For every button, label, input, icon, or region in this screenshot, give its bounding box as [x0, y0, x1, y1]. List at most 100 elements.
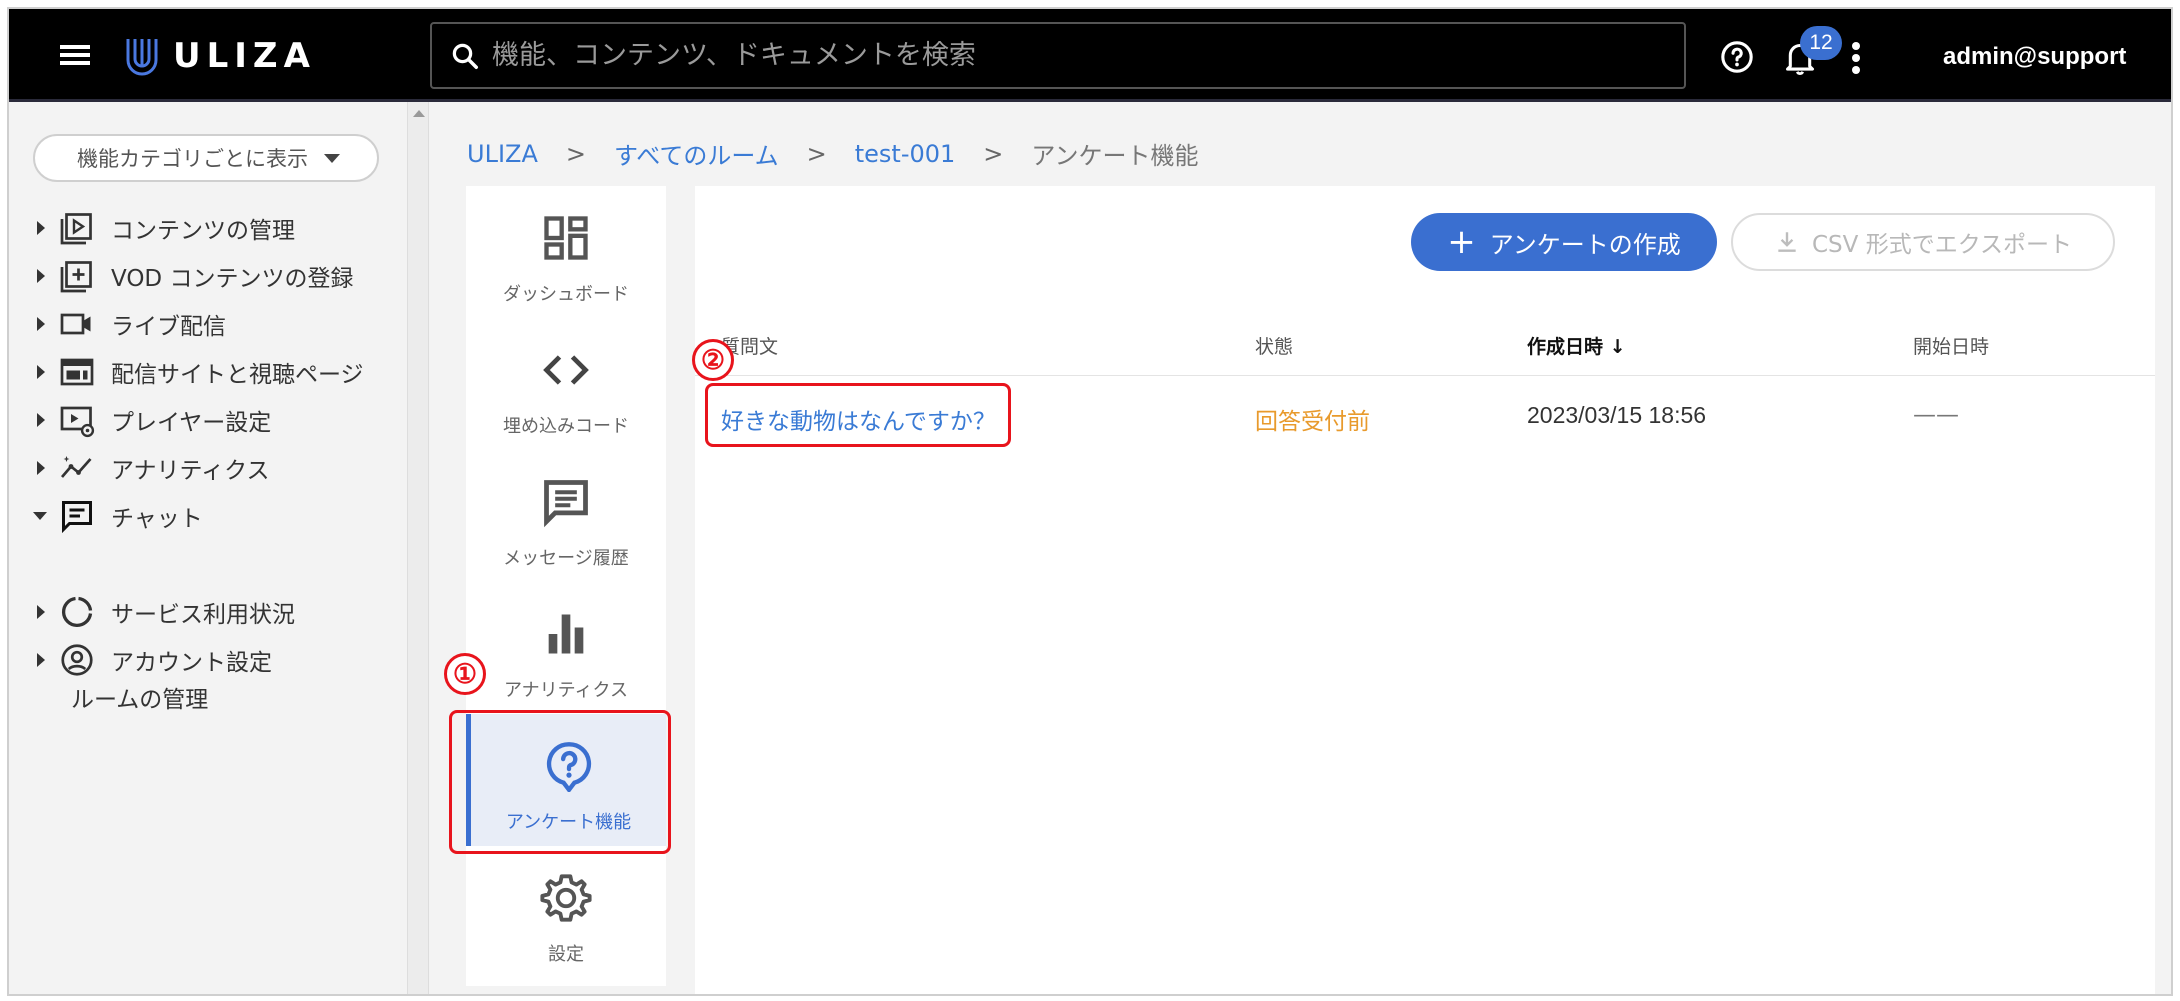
sidebar-item-vod-register[interactable]: VOD コンテンツの登録	[31, 256, 353, 296]
sidebar-item-sites[interactable]: 配信サイトと視聴ページ	[31, 352, 364, 392]
sidebar-item-contents[interactable]: コンテンツの管理	[31, 208, 295, 248]
app-window: ULIZA 12 admin@support 機能カテゴリごとに表示	[7, 7, 2173, 996]
code-icon	[543, 355, 589, 385]
player-settings-icon	[60, 406, 95, 438]
started-at-value: ——	[1913, 402, 1959, 428]
annotation-box-question	[705, 383, 1011, 447]
chat-icon	[62, 501, 92, 534]
collapse-arrow-icon	[33, 512, 47, 520]
video-camera-icon	[60, 313, 91, 335]
expand-arrow-icon	[37, 317, 45, 331]
help-icon[interactable]	[1720, 40, 1754, 74]
gear-icon	[540, 874, 592, 922]
column-status[interactable]: 状態	[1255, 332, 1293, 359]
expand-arrow-icon	[37, 605, 45, 619]
sidebar-item-analytics[interactable]: アナリティクス	[31, 448, 269, 488]
search-input[interactable]	[492, 40, 1642, 71]
breadcrumb-separator: >	[565, 139, 586, 168]
breadcrumb-separator: >	[806, 139, 827, 168]
column-created-at[interactable]: 作成日時 ↓	[1527, 332, 1626, 359]
search-icon	[452, 43, 478, 69]
subnav-label: アナリティクス	[503, 680, 629, 701]
uliza-logo-mark-icon	[126, 39, 158, 76]
dropdown-arrow-icon	[324, 153, 340, 163]
category-view-dropdown[interactable]: 機能カテゴリごとに表示	[33, 134, 379, 182]
category-view-label: 機能カテゴリごとに表示	[77, 147, 308, 171]
status-text: 回答受付前	[1255, 409, 1370, 435]
create-survey-button[interactable]: + アンケートの作成	[1411, 213, 1717, 271]
subnav-message-history[interactable]: メッセージ履歴	[466, 450, 666, 582]
bar-chart-icon	[548, 614, 584, 654]
logo-text: ULIZA	[173, 36, 316, 76]
sidebar-item-label: VOD コンテンツの登録	[111, 266, 354, 292]
sidebar-item-label: コンテンツの管理	[111, 218, 295, 244]
csv-export-button[interactable]: CSV 形式でエクスポート	[1731, 213, 2115, 271]
breadcrumb-separator: >	[983, 139, 1004, 168]
survey-list-panel: + アンケートの作成 CSV 形式でエクスポート 質問文 状態 作成日時 ↓ 開…	[695, 186, 2155, 994]
breadcrumb-current: アンケート機能	[1031, 142, 1199, 170]
subnav-settings[interactable]: 設定	[466, 846, 666, 978]
subnav-label: 埋め込みコード	[503, 416, 629, 437]
sidebar-item-chat[interactable]: チャット	[31, 496, 203, 536]
column-created-at-label: 作成日時	[1527, 336, 1604, 358]
subnav-analytics[interactable]: アナリティクス	[466, 582, 666, 714]
dashboard-icon	[544, 216, 588, 260]
annotation-box-survey-nav	[449, 710, 671, 854]
sidebar-item-label: ライブ配信	[111, 314, 226, 340]
uliza-logo[interactable]: ULIZA	[125, 35, 316, 77]
sidebar-item-label: アナリティクス	[111, 458, 270, 484]
sidebar-item-player-settings[interactable]: プレイヤー設定	[31, 400, 271, 440]
annotation-number-2: ②	[692, 339, 734, 381]
scroll-up-arrow-icon[interactable]	[413, 110, 425, 117]
play-box-icon	[60, 213, 92, 245]
message-icon	[544, 480, 588, 528]
sidebar-item-account[interactable]: アカウント設定	[31, 640, 272, 680]
user-account[interactable]: admin@support	[1943, 43, 2126, 71]
expand-arrow-icon	[37, 365, 45, 379]
notification-count-badge: 12	[1800, 26, 1842, 60]
sidebar-item-usage[interactable]: サービス利用状況	[31, 592, 295, 632]
main-area: ULIZA > すべてのルーム > test-001 > アンケート機能 ダッシ…	[429, 102, 2171, 994]
sidebar-item-label: プレイヤー設定	[111, 410, 272, 436]
breadcrumb-all-rooms[interactable]: すべてのルーム	[614, 136, 779, 171]
expand-arrow-icon	[37, 461, 45, 475]
sidebar-item-live[interactable]: ライブ配信	[31, 304, 226, 344]
expand-arrow-icon	[37, 653, 45, 667]
subnav-dashboard[interactable]: ダッシュボード	[466, 186, 666, 318]
breadcrumb-room[interactable]: test-001	[855, 140, 956, 168]
sidebar-scrollbar[interactable]	[407, 102, 429, 994]
annotation-number-1: ①	[444, 653, 486, 695]
sidebar-subitem-room-management[interactable]: ルームの管理	[71, 680, 208, 714]
column-started-at[interactable]: 開始日時	[1913, 332, 1989, 359]
plus-icon: +	[1447, 222, 1476, 262]
create-survey-label: アンケートの作成	[1489, 230, 1681, 259]
analytics-icon	[60, 456, 92, 478]
sort-arrow-icon: ↓	[1609, 336, 1626, 358]
sidebar-item-label: 配信サイトと視聴ページ	[111, 362, 364, 388]
breadcrumb: ULIZA > すべてのルーム > test-001 > アンケート機能	[467, 136, 1198, 171]
expand-arrow-icon	[37, 269, 45, 283]
sidebar-item-label: チャット	[111, 506, 203, 532]
sidebar-item-label: アカウント設定	[111, 650, 272, 676]
subnav-embed-code[interactable]: 埋め込みコード	[466, 318, 666, 450]
sidebar: 機能カテゴリごとに表示 コンテンツの管理 VOD コンテンツの登録 ライブ配信 …	[9, 102, 407, 994]
created-at-value: 2023/03/15 18:56	[1527, 402, 1707, 428]
csv-export-label: CSV 形式でエクスポート	[1811, 232, 2072, 258]
hamburger-menu-icon[interactable]	[55, 40, 95, 70]
global-search[interactable]	[430, 22, 1686, 89]
breadcrumb-uliza[interactable]: ULIZA	[467, 140, 538, 168]
sidebar-item-label: サービス利用状況	[111, 602, 295, 628]
web-page-icon	[60, 358, 94, 386]
room-subnav: ダッシュボード 埋め込みコード メッセージ履歴 アナリティクス アンケート機能 …	[466, 186, 666, 986]
expand-arrow-icon	[37, 221, 45, 235]
download-icon	[1778, 232, 1796, 252]
top-bar: ULIZA 12 admin@support	[9, 9, 2171, 102]
subnav-label: ダッシュボード	[503, 284, 629, 305]
more-vert-icon[interactable]	[1851, 42, 1861, 74]
account-icon	[61, 644, 93, 676]
subnav-label: 設定	[548, 944, 584, 965]
subnav-label: メッセージ履歴	[503, 548, 629, 569]
expand-arrow-icon	[37, 413, 45, 427]
table-header: 質問文 状態 作成日時 ↓ 開始日時	[695, 326, 2155, 376]
usage-ring-icon	[62, 596, 93, 627]
